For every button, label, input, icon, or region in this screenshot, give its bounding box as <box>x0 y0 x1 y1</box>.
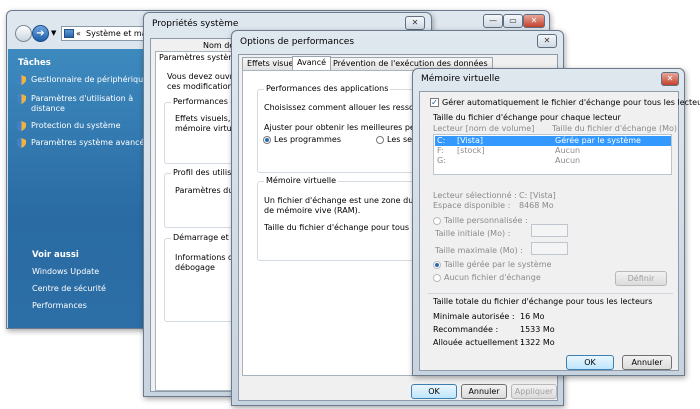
address-bar[interactable]: « Système et mai <box>61 26 153 41</box>
shield-icon <box>17 138 26 148</box>
group-separator <box>428 293 673 294</box>
breadcrumb-chevron-icon: « <box>76 29 81 38</box>
max-size-input[interactable] <box>531 242 568 255</box>
window-title: Mémoire virtuelle <box>421 74 500 84</box>
services-radio[interactable] <box>376 136 384 144</box>
per-drive-group: Taille du fichier d'échange pour chaque … <box>427 113 677 292</box>
task-system-protection[interactable]: Protection du système <box>31 121 121 130</box>
history-dropdown-icon[interactable]: ▼ <box>51 29 56 37</box>
total-paging-group: Taille totale du fichier d'échange pour … <box>427 297 675 347</box>
close-button[interactable]: ✕ <box>661 72 679 86</box>
drive-size: Aucun <box>555 156 581 165</box>
apply-button[interactable]: Appliquer <box>511 384 557 399</box>
performance-group-label: Performances <box>171 97 230 106</box>
startup-recovery-text-2: débogage <box>175 263 215 272</box>
drive-letter: C: <box>437 136 446 145</box>
no-paging-radio[interactable] <box>433 274 441 282</box>
drive-size: Gérée par le système <box>555 136 641 145</box>
shield-icon <box>17 121 26 131</box>
recommended-label: Recommandée : <box>433 325 499 334</box>
drive-volume: [stock] <box>457 146 485 155</box>
close-button[interactable]: ✕ <box>523 14 545 28</box>
free-space-value: 8468 Mo <box>519 201 554 210</box>
task-pane: Tâches Gestionnaire de périphériques Par… <box>8 49 152 328</box>
drive-list[interactable]: C: [Vista] Gérée par le système F: [stoc… <box>433 134 672 175</box>
ok-button[interactable]: OK <box>566 355 614 370</box>
virtual-memory-client: ✓ Gérer automatiquement le fichier d'éch… <box>419 91 700 371</box>
shield-icon <box>17 75 26 85</box>
task-remote-settings[interactable]: Paramètres d'utilisation à distance <box>31 94 143 114</box>
drive-size: Aucun <box>555 146 581 155</box>
system-managed-label: Taille gérée par le système <box>444 260 552 269</box>
initial-size-input[interactable] <box>531 224 568 237</box>
maximize-button[interactable]: ▭ <box>503 14 523 28</box>
virtual-memory-window: Mémoire virtuelle ✕ ✓ Gérer automatiquem… <box>412 68 700 376</box>
drive-letter: G: <box>437 156 446 165</box>
virtual-memory-group-label: Mémoire virtuelle <box>264 176 339 185</box>
drive-column-header: Lecteur [nom de volume] <box>433 124 535 133</box>
task-advanced-settings[interactable]: Paramètres système avancés <box>31 138 149 147</box>
task-device-manager[interactable]: Gestionnaire de périphériques <box>31 75 152 84</box>
tab-advanced[interactable]: Avancé <box>292 56 332 70</box>
ok-button[interactable]: OK <box>411 384 457 399</box>
control-panel-icon <box>64 29 74 38</box>
system-managed-radio[interactable] <box>433 261 441 269</box>
virtual-memory-text-2: de mémoire vive (RAM). <box>264 206 361 215</box>
window-title: Options de performances <box>240 37 355 47</box>
per-drive-group-label: Taille du fichier d'échange pour chaque … <box>433 113 621 122</box>
link-performance[interactable]: Performances <box>32 301 87 310</box>
admin-note-2: ces modifications. <box>167 82 240 91</box>
breadcrumb: Système et mai <box>86 29 149 38</box>
link-windows-update[interactable]: Windows Update <box>32 267 99 276</box>
allocated-value: 1322 Mo <box>520 338 555 347</box>
selected-drive-label: Lecteur sélectionné : <box>433 191 517 200</box>
link-security-center[interactable]: Centre de sécurité <box>32 284 106 293</box>
allocated-label: Allouée actuellement : <box>433 338 524 347</box>
close-button[interactable]: ✕ <box>405 16 425 30</box>
drive-row[interactable]: F: [stock] Aucun <box>435 146 671 156</box>
custom-size-radio[interactable] <box>433 217 441 225</box>
selected-drive-value: C: [Vista] <box>519 191 556 200</box>
min-allowed-value: 16 Mo <box>520 312 545 321</box>
recommended-value: 1533 Mo <box>520 325 555 334</box>
forward-button[interactable]: ➔ <box>32 25 49 42</box>
programs-radio[interactable] <box>263 136 271 144</box>
drive-letter: F: <box>437 146 444 155</box>
task-remote-settings-label: Paramètres d'utilisation à distance <box>31 94 134 113</box>
drive-row[interactable]: G: Aucun <box>435 156 671 166</box>
drive-row-selected[interactable]: C: [Vista] Gérée par le système <box>435 136 671 146</box>
cancel-button[interactable]: Annuler <box>461 384 507 399</box>
programs-radio-label: Les programmes <box>274 135 341 144</box>
drive-volume: [Vista] <box>457 136 483 145</box>
close-button[interactable]: ✕ <box>537 34 557 48</box>
no-paging-label: Aucun fichier d'échange <box>444 273 541 282</box>
size-column-header: Taille du fichier d'échange (Mo) <box>552 124 677 133</box>
auto-manage-checkbox[interactable]: ✓ <box>430 98 439 107</box>
see-also-heading: Voir aussi <box>32 250 79 260</box>
back-button[interactable] <box>15 25 32 42</box>
initial-size-label: Taille initiale (Mo) : <box>435 229 511 238</box>
shield-icon <box>17 94 26 104</box>
custom-size-label: Taille personnalisée : <box>444 216 528 225</box>
auto-manage-label: Gérer automatiquement le fichier d'échan… <box>442 98 700 107</box>
max-size-label: Taille maximale (Mo) : <box>435 246 523 255</box>
app-performance-group-label: Performances des applications <box>264 84 391 93</box>
min-allowed-label: Minimale autorisée : <box>433 312 515 321</box>
total-paging-group-label: Taille totale du fichier d'échange pour … <box>433 297 653 306</box>
cancel-button[interactable]: Annuler <box>622 355 672 370</box>
tasks-heading: Tâches <box>18 58 51 68</box>
minimize-button[interactable]: — <box>483 14 503 28</box>
set-button[interactable]: Définir <box>615 271 667 286</box>
free-space-label: Espace disponible : <box>433 201 511 210</box>
